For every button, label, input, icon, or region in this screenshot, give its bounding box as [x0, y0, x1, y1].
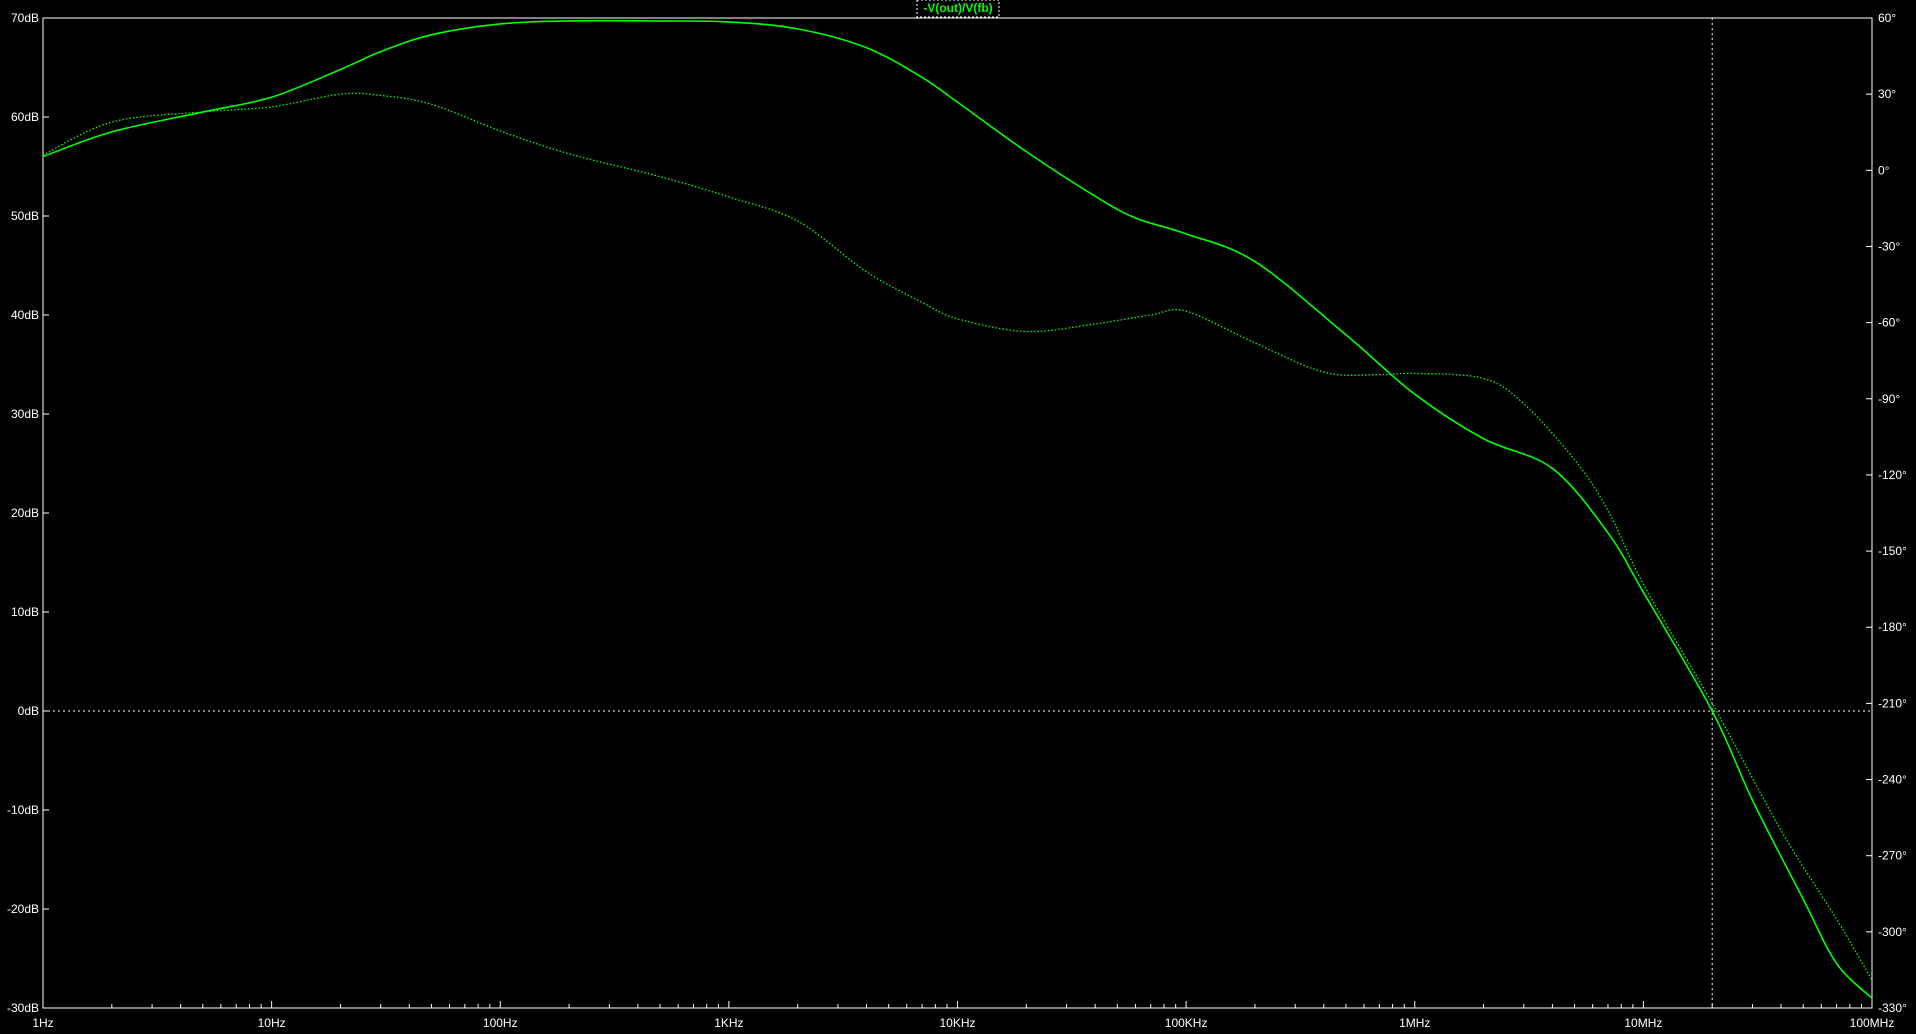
- x-tick-label-1: 10Hz: [258, 1016, 286, 1030]
- trace-title[interactable]: -V(out)/V(fb): [923, 1, 992, 15]
- left-tick-label-9: -20dB: [7, 902, 39, 916]
- left-tick-label-4: 30dB: [11, 407, 39, 421]
- right-tick-label-12: -300°: [1878, 925, 1907, 939]
- left-tick-label-6: 10dB: [11, 605, 39, 619]
- plot-background: [0, 0, 1916, 1034]
- x-tick-label-6: 1MHz: [1399, 1016, 1430, 1030]
- right-tick-label-8: -180°: [1878, 620, 1907, 634]
- right-tick-label-9: -210°: [1878, 696, 1907, 710]
- right-tick-label-4: -60°: [1878, 316, 1900, 330]
- left-tick-label-2: 50dB: [11, 209, 39, 223]
- x-tick-label-2: 100Hz: [483, 1016, 518, 1030]
- left-tick-label-8: -10dB: [7, 803, 39, 817]
- right-tick-label-3: -30°: [1878, 239, 1900, 253]
- x-tick-label-7: 10MHz: [1624, 1016, 1662, 1030]
- left-tick-label-5: 20dB: [11, 506, 39, 520]
- right-tick-label-0: 60°: [1878, 11, 1896, 25]
- left-tick-label-3: 40dB: [11, 308, 39, 322]
- left-tick-label-1: 60dB: [11, 110, 39, 124]
- left-tick-label-10: -30dB: [7, 1001, 39, 1015]
- left-tick-label-0: 70dB: [11, 11, 39, 25]
- right-tick-label-6: -120°: [1878, 468, 1907, 482]
- left-tick-label-7: 0dB: [18, 704, 39, 718]
- right-tick-label-11: -270°: [1878, 849, 1907, 863]
- x-tick-label-8: 100MHz: [1850, 1016, 1895, 1030]
- bode-plot[interactable]: 70dB 60dB 50dB 40dB 30dB 20dB 10dB 0dB -10dB -20d…: [0, 0, 1916, 1034]
- x-tick-label-5: 100KHz: [1165, 1016, 1208, 1030]
- right-tick-label-10: -240°: [1878, 773, 1907, 787]
- right-tick-label-7: -150°: [1878, 544, 1907, 558]
- right-tick-label-1: 30°: [1878, 87, 1896, 101]
- x-tick-label-0: 1Hz: [32, 1016, 53, 1030]
- x-tick-label-4: 10KHz: [939, 1016, 975, 1030]
- right-tick-label-5: -90°: [1878, 392, 1900, 406]
- right-tick-label-2: 0°: [1878, 163, 1890, 177]
- x-tick-label-3: 1KHz: [714, 1016, 743, 1030]
- right-tick-label-13: -330°: [1878, 1001, 1907, 1015]
